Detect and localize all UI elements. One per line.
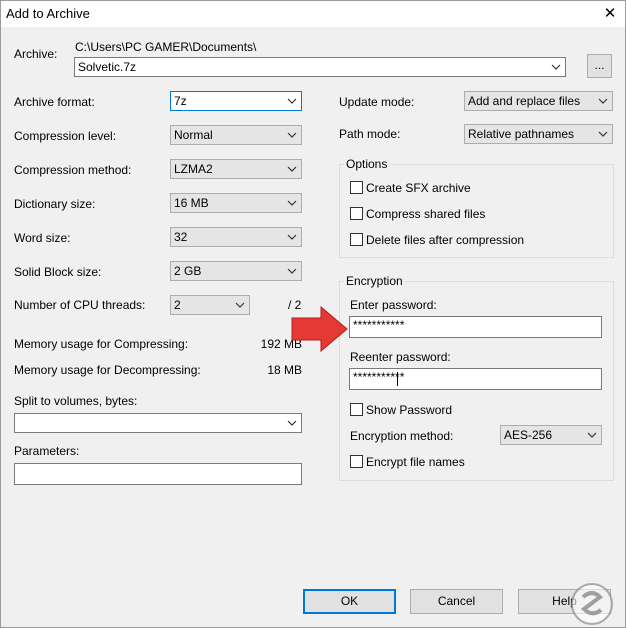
word-size-value: 32 <box>174 230 188 244</box>
chevron-down-icon <box>551 64 561 70</box>
close-icon[interactable]: ✕ <box>595 1 625 27</box>
compression-method-value: LZMA2 <box>174 162 213 176</box>
reenter-password-label: Reenter password: <box>350 350 451 364</box>
compression-level-label: Compression level: <box>14 129 117 143</box>
solvetic-logo-icon <box>571 583 613 625</box>
solid-block-size-label: Solid Block size: <box>14 265 102 279</box>
compress-shared-label: Compress shared files <box>366 207 486 221</box>
show-password-checkbox[interactable] <box>350 403 363 416</box>
archive-format-value: 7z <box>174 94 187 108</box>
encryption-method-label: Encryption method: <box>350 429 454 443</box>
archive-format-label: Archive format: <box>14 95 95 109</box>
compression-level-value: Normal <box>174 128 213 142</box>
chevron-down-icon <box>587 432 597 438</box>
encrypt-names-label: Encrypt file names <box>366 455 465 469</box>
chevron-down-icon <box>287 200 297 206</box>
cpu-threads-value: 2 <box>174 298 181 312</box>
archive-name-combo[interactable]: Solvetic.7z <box>74 57 566 77</box>
chevron-down-icon <box>287 420 297 426</box>
delete-after-checkbox[interactable] <box>350 233 363 246</box>
chevron-down-icon <box>598 98 608 104</box>
cpu-threads-select[interactable]: 2 <box>170 295 250 315</box>
compression-method-label: Compression method: <box>14 163 132 177</box>
encrypt-names-checkbox[interactable] <box>350 455 363 468</box>
dictionary-size-label: Dictionary size: <box>14 197 96 211</box>
delete-after-label: Delete files after compression <box>366 233 525 247</box>
path-mode-select[interactable]: Relative pathnames <box>464 124 613 144</box>
window-title: Add to Archive <box>6 6 90 21</box>
create-sfx-label: Create SFX archive <box>366 181 471 195</box>
browse-button[interactable]: ... <box>587 54 612 78</box>
encryption-group-title: Encryption <box>344 274 405 288</box>
memory-compress-label: Memory usage for Compressing: <box>14 337 189 351</box>
chevron-down-icon <box>287 268 297 274</box>
red-arrow-right-icon <box>291 306 348 352</box>
solid-block-size-select[interactable]: 2 GB <box>170 261 302 281</box>
options-group-title: Options <box>344 157 390 171</box>
encryption-method-value: AES-256 <box>504 428 553 442</box>
dictionary-size-select[interactable]: 16 MB <box>170 193 302 213</box>
word-size-label: Word size: <box>14 231 71 245</box>
chevron-down-icon <box>598 131 608 137</box>
update-mode-label: Update mode: <box>339 95 415 109</box>
update-mode-select[interactable]: Add and replace files <box>464 91 613 111</box>
split-volumes-combo[interactable] <box>14 413 302 433</box>
memory-decompress-label: Memory usage for Decompressing: <box>14 363 201 377</box>
enter-password-input[interactable]: *********** <box>349 316 602 338</box>
dictionary-size-value: 16 MB <box>174 196 209 210</box>
archive-path: C:\Users\PC GAMER\Documents\ <box>75 40 257 54</box>
cancel-button[interactable]: Cancel <box>410 589 503 614</box>
word-size-select[interactable]: 32 <box>170 227 302 247</box>
archive-label: Archive: <box>14 47 58 61</box>
path-mode-label: Path mode: <box>339 127 401 141</box>
ok-button[interactable]: OK <box>303 589 396 614</box>
chevron-down-icon <box>287 166 297 172</box>
create-sfx-checkbox[interactable] <box>350 181 363 194</box>
enter-password-label: Enter password: <box>350 298 437 312</box>
reenter-password-input[interactable]: *********** <box>349 368 602 390</box>
parameters-input[interactable] <box>14 463 302 485</box>
chevron-down-icon <box>287 98 297 104</box>
title-bar: Add to Archive ✕ <box>1 1 625 27</box>
archive-format-select[interactable]: 7z <box>170 91 302 111</box>
chevron-down-icon <box>287 234 297 240</box>
chevron-down-icon <box>287 132 297 138</box>
memory-decompress-value: 18 MB <box>267 363 302 377</box>
encryption-method-select[interactable]: AES-256 <box>500 425 602 445</box>
compression-level-select[interactable]: Normal <box>170 125 302 145</box>
show-password-label: Show Password <box>366 403 453 417</box>
compress-shared-checkbox[interactable] <box>350 207 363 220</box>
parameters-label: Parameters: <box>14 444 80 458</box>
chevron-down-icon <box>235 302 245 308</box>
text-cursor <box>397 372 398 386</box>
add-to-archive-dialog: Add to Archive ✕ Archive: C:\Users\PC GA… <box>0 0 626 628</box>
enter-password-value: *********** <box>353 318 405 332</box>
update-mode-value: Add and replace files <box>468 94 581 108</box>
path-mode-value: Relative pathnames <box>468 127 575 141</box>
archive-name-value: Solvetic.7z <box>78 60 137 74</box>
compression-method-select[interactable]: LZMA2 <box>170 159 302 179</box>
cpu-threads-label: Number of CPU threads: <box>14 298 146 312</box>
split-volumes-label: Split to volumes, bytes: <box>14 394 138 408</box>
solid-block-size-value: 2 GB <box>174 264 202 278</box>
